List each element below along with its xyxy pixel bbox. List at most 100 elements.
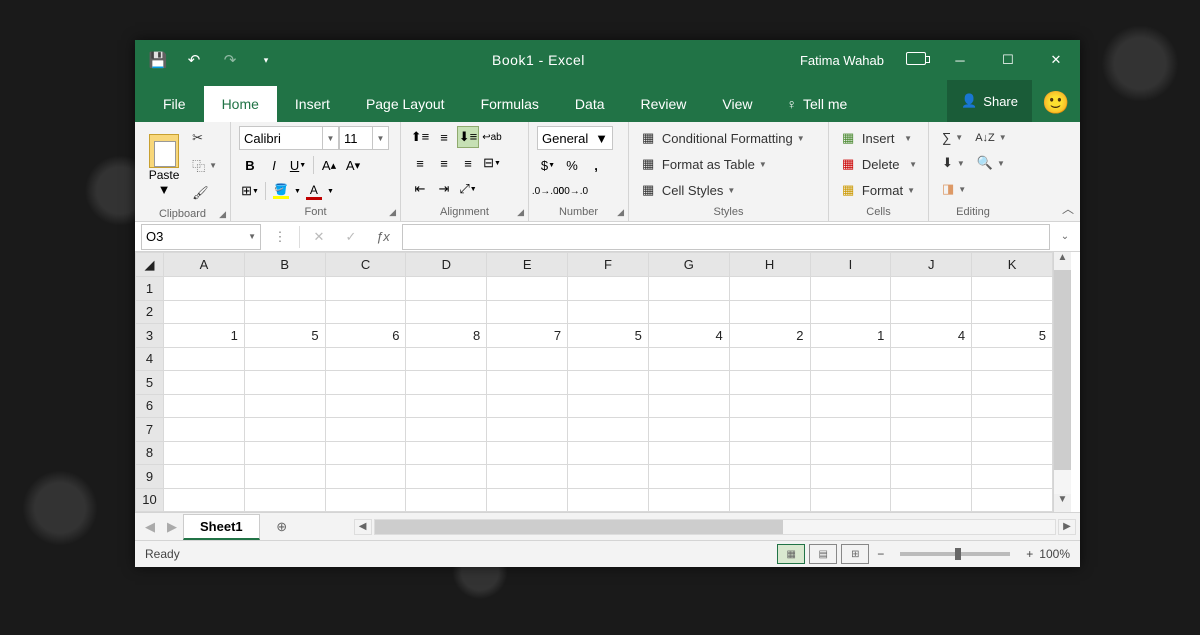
cell-A4[interactable] [164,347,245,371]
cell-H3[interactable]: 2 [729,324,810,348]
scroll-up-button[interactable]: ▲ [1054,252,1071,270]
customize-qa-button[interactable]: ▾ [253,55,279,66]
row-header-2[interactable]: 2 [136,300,164,324]
font-dialog-launcher[interactable]: ◢ [389,207,396,218]
cell-H2[interactable] [729,300,810,324]
cell-C7[interactable] [325,418,406,442]
font-color-dropdown[interactable]: ▼ [327,188,334,195]
cell-B5[interactable] [244,371,325,395]
tab-data[interactable]: Data [557,86,623,122]
cell-A7[interactable] [164,418,245,442]
tab-home[interactable]: Home [204,86,277,122]
add-sheet-button[interactable]: ⊕ [270,515,294,539]
row-header-3[interactable]: 3 [136,324,164,348]
cell-A3[interactable]: 1 [164,324,245,348]
row-header-10[interactable]: 10 [136,488,164,512]
cell-G4[interactable] [648,347,729,371]
cell-H1[interactable] [729,277,810,301]
cell-E4[interactable] [487,347,568,371]
tab-file[interactable]: File [145,86,204,122]
ribbon-display-button[interactable] [896,52,936,68]
col-header-E[interactable]: E [487,253,568,277]
cell-K1[interactable] [972,277,1053,301]
cell-D8[interactable] [406,441,487,465]
scroll-left-button[interactable]: ◀ [354,519,372,535]
cell-I10[interactable] [810,488,891,512]
cell-F2[interactable] [568,300,649,324]
cell-B3[interactable]: 5 [244,324,325,348]
scroll-thumb[interactable] [1054,270,1071,470]
cell-A1[interactable] [164,277,245,301]
feedback-button[interactable]: 🙂 [1032,90,1080,122]
sheet-tab-sheet1[interactable]: Sheet1 [183,514,260,540]
cell-J1[interactable] [891,277,972,301]
tab-formulas[interactable]: Formulas [463,86,557,122]
horizontal-scrollbar[interactable]: ◀ ▶ [354,519,1076,535]
close-button[interactable]: ✕ [1032,40,1080,80]
cell-F8[interactable] [568,441,649,465]
cell-F9[interactable] [568,465,649,489]
cell-D1[interactable] [406,277,487,301]
undo-button[interactable]: ↶ [181,51,207,69]
align-right-button[interactable]: ≡ [457,152,479,174]
cell-B8[interactable] [244,441,325,465]
format-cells-button[interactable]: ▦ Format▼ [837,178,920,202]
cell-C1[interactable] [325,277,406,301]
col-header-J[interactable]: J [891,253,972,277]
cell-H8[interactable] [729,441,810,465]
zoom-level[interactable]: 100% [1039,547,1070,561]
cell-K8[interactable] [972,441,1053,465]
cell-G9[interactable] [648,465,729,489]
accounting-format-button[interactable]: $▼ [537,154,559,176]
underline-button[interactable]: U▼ [287,154,309,176]
align-middle-button[interactable]: ≡ [433,126,455,148]
tab-page-layout[interactable]: Page Layout [348,86,463,122]
fill-button[interactable]: ⬇▼ [937,151,970,175]
cell-E8[interactable] [487,441,568,465]
cell-C9[interactable] [325,465,406,489]
zoom-out-button[interactable]: − [877,547,884,561]
cell-K6[interactable] [972,394,1053,418]
user-name[interactable]: Fatima Wahab [788,53,896,68]
conditional-formatting-button[interactable]: ▦ Conditional Formatting▼ [637,126,820,150]
cell-B6[interactable] [244,394,325,418]
cell-H5[interactable] [729,371,810,395]
fill-color-dropdown[interactable]: ▼ [294,188,301,195]
sheet-nav-next[interactable]: ▶ [161,519,183,535]
cell-A9[interactable] [164,465,245,489]
format-as-table-button[interactable]: ▦ Format as Table▼ [637,152,820,176]
cell-C5[interactable] [325,371,406,395]
maximize-button[interactable]: ☐ [984,40,1032,80]
cell-D4[interactable] [406,347,487,371]
cell-C10[interactable] [325,488,406,512]
cell-F3[interactable]: 5 [568,324,649,348]
cell-C8[interactable] [325,441,406,465]
name-box[interactable]: O3 ▼ [141,224,261,250]
options-button[interactable]: ⋮ [267,229,293,245]
row-header-8[interactable]: 8 [136,441,164,465]
cell-H4[interactable] [729,347,810,371]
cell-C3[interactable]: 6 [325,324,406,348]
cell-H10[interactable] [729,488,810,512]
cell-J10[interactable] [891,488,972,512]
cell-K4[interactable] [972,347,1053,371]
font-size-select[interactable] [339,126,373,150]
formula-input[interactable] [402,224,1050,250]
paste-button[interactable]: Paste ▼ [143,132,185,199]
clipboard-dialog-launcher[interactable]: ◢ [219,209,226,220]
cell-J5[interactable] [891,371,972,395]
row-header-7[interactable]: 7 [136,418,164,442]
cell-E9[interactable] [487,465,568,489]
cell-C4[interactable] [325,347,406,371]
cell-F1[interactable] [568,277,649,301]
find-select-button[interactable]: 🔍▼ [972,151,1010,175]
hscroll-track[interactable] [374,519,1056,535]
cell-H7[interactable] [729,418,810,442]
cell-B9[interactable] [244,465,325,489]
scroll-right-button[interactable]: ▶ [1058,519,1076,535]
cell-C2[interactable] [325,300,406,324]
scroll-down-button[interactable]: ▼ [1054,494,1071,512]
borders-button[interactable]: ⊞▼ [239,180,261,202]
cell-styles-button[interactable]: ▦ Cell Styles▼ [637,178,820,202]
italic-button[interactable]: I [263,154,285,176]
